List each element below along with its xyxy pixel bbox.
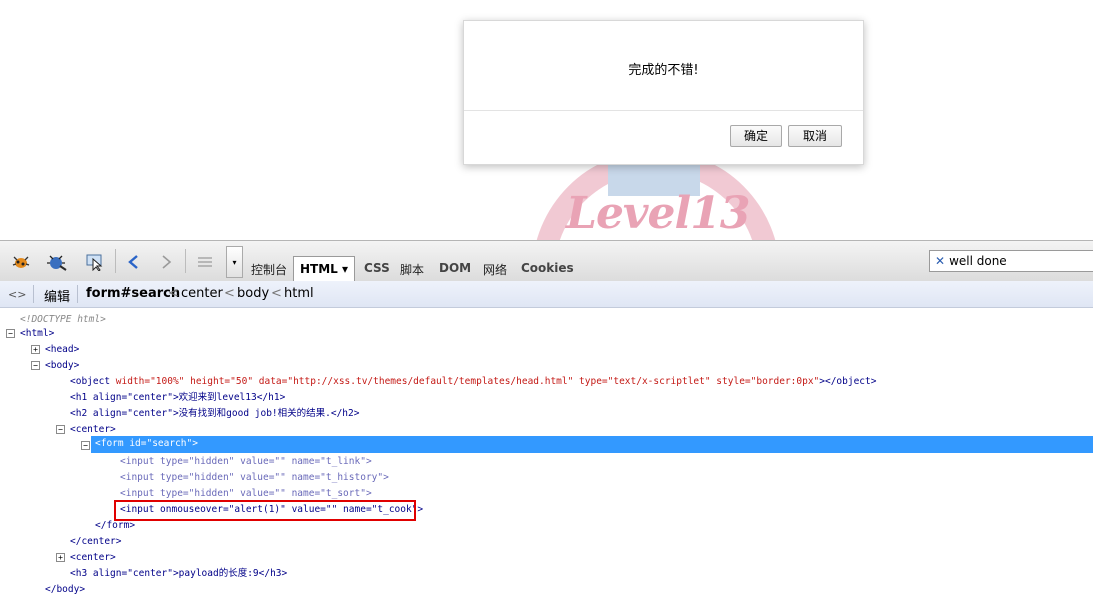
tree-node-body-close[interactable]: </body> <box>45 582 85 598</box>
edit-button[interactable]: 编辑 <box>44 286 70 305</box>
clear-search-icon[interactable]: ✕ <box>935 254 945 268</box>
collapse-toggle-form[interactable]: − <box>81 441 90 450</box>
tree-node-h3[interactable]: <h3 align="center">payload的长度:9</h3> <box>70 566 287 582</box>
breadcrumb-current[interactable]: form#search <box>86 286 180 301</box>
selected-node-form[interactable]: <form id="search"> <box>91 436 1093 453</box>
dialog-message: 完成的不错! <box>628 63 699 78</box>
breadcrumb-item-body[interactable]: body <box>237 286 269 301</box>
breadcrumb-item-html[interactable]: html <box>284 286 314 301</box>
markup-icon: <> <box>8 288 27 301</box>
tab-console[interactable]: 控制台 <box>251 261 287 278</box>
logo-text: Level13 <box>566 188 750 239</box>
tab-dom[interactable]: DOM <box>439 261 471 275</box>
search-value: well done <box>949 254 1007 268</box>
collapse-toggle-center[interactable]: − <box>56 425 65 434</box>
expand-toggle-center[interactable]: + <box>56 553 65 562</box>
back-icon[interactable] <box>123 251 145 273</box>
tree-node-body[interactable]: <body> <box>45 358 79 374</box>
breadcrumb-separator: < <box>271 286 282 301</box>
devtools-toolbar: ▾ 控制台 HTML ▾ CSS 脚本 DOM 网络 Cookies ✕ well… <box>0 240 1093 282</box>
tree-node-input-t-history[interactable]: <input type="hidden" value="" name="t_hi… <box>120 470 389 486</box>
panel-dropdown-toggle[interactable]: ▾ <box>226 246 243 278</box>
tree-node-form: <form id="search"> <box>95 438 198 449</box>
inspect-bug-icon[interactable] <box>46 251 68 273</box>
collapse-toggle-body[interactable]: − <box>31 361 40 370</box>
firebug-icon[interactable] <box>10 251 32 273</box>
breadcrumb-separator: < <box>168 286 179 301</box>
alert-dialog: 完成的不错! 确定 取消 <box>463 20 864 165</box>
highlight-box <box>114 500 416 521</box>
tab-css[interactable]: CSS <box>364 261 390 275</box>
breadcrumb: <> 编辑 form#search < center < body < html <box>0 281 1093 308</box>
tree-node-center-close[interactable]: </center> <box>70 534 121 550</box>
tab-script[interactable]: 脚本 <box>400 261 424 278</box>
tree-node-h2[interactable]: <h2 align="center">没有找到和good job!相关的结果.<… <box>70 406 359 422</box>
tab-html[interactable]: HTML ▾ <box>293 256 355 281</box>
tab-net[interactable]: 网络 <box>483 261 507 278</box>
tab-cookies[interactable]: Cookies <box>521 261 574 275</box>
select-element-icon[interactable] <box>84 251 106 273</box>
search-field[interactable]: ✕ well done <box>929 250 1093 272</box>
menu-lines-icon[interactable] <box>194 251 216 273</box>
tree-node-h1[interactable]: <h1 align="center">欢迎来到level13</h1> <box>70 390 285 406</box>
tree-node-head[interactable]: <head> <box>45 342 79 358</box>
html-tree-panel: <!DOCTYPE html> − <html> + <head> − <bod… <box>0 308 1093 601</box>
collapse-toggle-html[interactable]: − <box>6 329 15 338</box>
tree-node-object[interactable]: <object width="100%" height="50" data="h… <box>70 374 876 390</box>
tree-node-html[interactable]: <html> <box>20 326 54 342</box>
tree-node-form-close[interactable]: </form> <box>95 518 135 534</box>
forward-icon[interactable] <box>155 251 177 273</box>
cancel-button[interactable]: 取消 <box>788 125 842 147</box>
tree-node-center-2[interactable]: <center> <box>70 550 116 566</box>
dialog-divider <box>464 110 863 111</box>
level13-logo: Level13 <box>532 150 780 250</box>
expand-toggle-head[interactable]: + <box>31 345 40 354</box>
ok-button[interactable]: 确定 <box>730 125 782 147</box>
breadcrumb-separator: < <box>224 286 235 301</box>
tree-node-input-t-link[interactable]: <input type="hidden" value="" name="t_li… <box>120 454 372 470</box>
breadcrumb-item-center[interactable]: center <box>181 286 223 301</box>
